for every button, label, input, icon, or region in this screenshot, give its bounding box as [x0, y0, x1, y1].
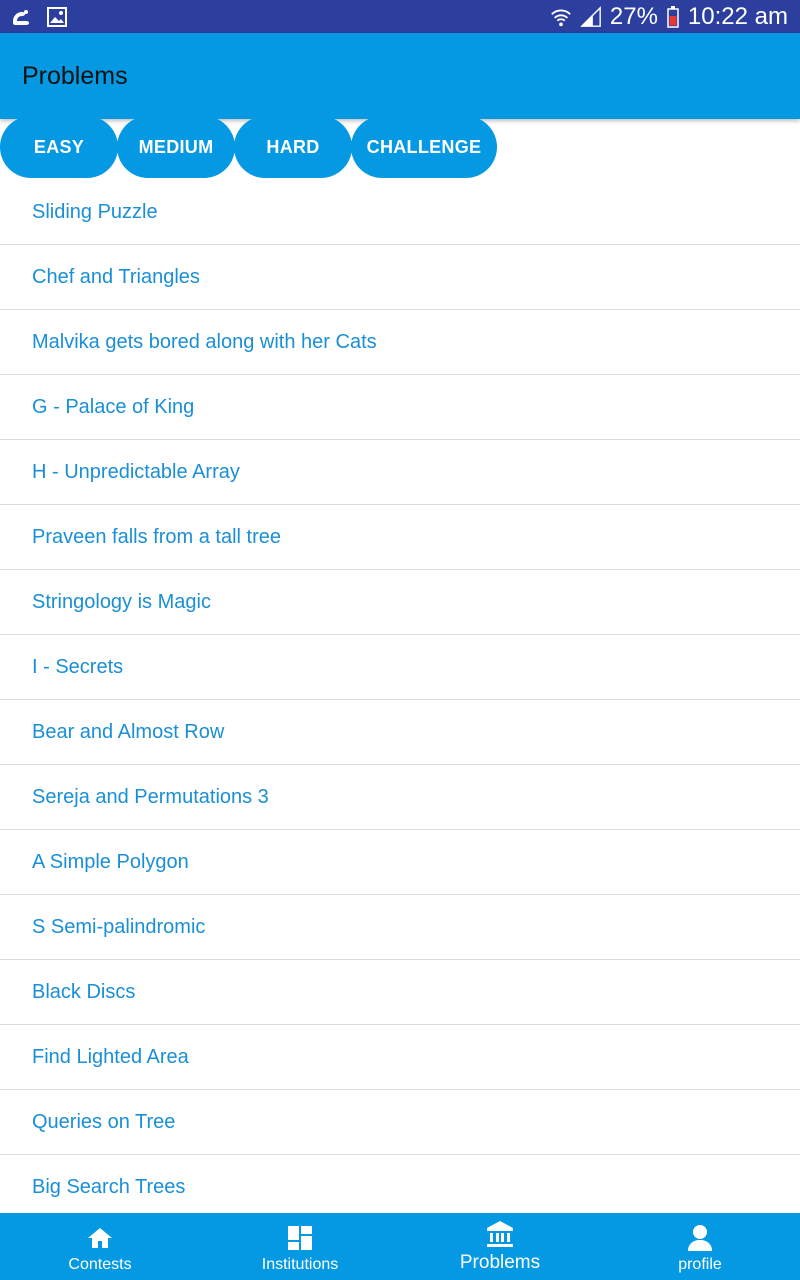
problem-item[interactable]: H - Unpredictable Array [0, 440, 800, 505]
filter-hard-button[interactable]: HARD [234, 116, 352, 178]
problem-item[interactable]: I - Secrets [0, 635, 800, 700]
app-bar: Problems [0, 33, 800, 119]
problem-item[interactable]: Sereja and Permutations 3 [0, 765, 800, 830]
problem-item[interactable]: Sliding Puzzle [0, 180, 800, 245]
dashboard-icon [286, 1224, 314, 1252]
nav-contests[interactable]: Contests [0, 1213, 200, 1280]
clock: 10:22 am [687, 2, 788, 30]
uc-browser-icon [10, 6, 32, 28]
page-title: Problems [22, 61, 128, 90]
problem-item[interactable]: Black Discs [0, 960, 800, 1025]
nav-problems-label: Problems [459, 1252, 541, 1273]
problem-item[interactable]: Find Lighted Area [0, 1025, 800, 1090]
problem-item[interactable]: Malvika gets bored along with her Cats [0, 310, 800, 375]
nav-problems[interactable]: Problems [400, 1213, 600, 1280]
battery-percent: 27% [609, 2, 658, 30]
home-icon [86, 1224, 114, 1252]
image-icon [46, 6, 68, 28]
filter-easy-button[interactable]: EASY [0, 116, 118, 178]
signal-icon [580, 5, 602, 28]
problem-list: Sliding Puzzle Chef and Triangles Malvik… [0, 180, 800, 1220]
difficulty-filter-bar: EASY MEDIUM HARD CHALLENGE [0, 116, 497, 178]
person-icon [686, 1224, 714, 1252]
institution-icon [486, 1220, 514, 1248]
nav-institutions-label: Institutions [261, 1256, 339, 1273]
problem-item[interactable]: Chef and Triangles [0, 245, 800, 310]
filter-challenge-button[interactable]: CHALLENGE [351, 116, 497, 178]
bottom-navigation: Contests Institutions Problems profile [0, 1213, 800, 1280]
problem-item[interactable]: Praveen falls from a tall tree [0, 505, 800, 570]
nav-profile-label: profile [678, 1256, 722, 1273]
problem-item[interactable]: A Simple Polygon [0, 830, 800, 895]
filter-medium-button[interactable]: MEDIUM [117, 116, 235, 178]
battery-icon [666, 5, 680, 28]
problem-item[interactable]: Bear and Almost Row [0, 700, 800, 765]
problem-item[interactable]: Stringology is Magic [0, 570, 800, 635]
problem-item[interactable]: S Semi-palindromic [0, 895, 800, 960]
nav-profile[interactable]: profile [600, 1213, 800, 1280]
nav-institutions[interactable]: Institutions [200, 1213, 400, 1280]
problem-item[interactable]: Big Search Trees [0, 1155, 800, 1220]
nav-contests-label: Contests [68, 1256, 132, 1273]
problem-item[interactable]: Queries on Tree [0, 1090, 800, 1155]
problem-item[interactable]: G - Palace of King [0, 375, 800, 440]
wifi-icon [550, 6, 572, 28]
status-bar: 27% 10:22 am [0, 0, 800, 33]
